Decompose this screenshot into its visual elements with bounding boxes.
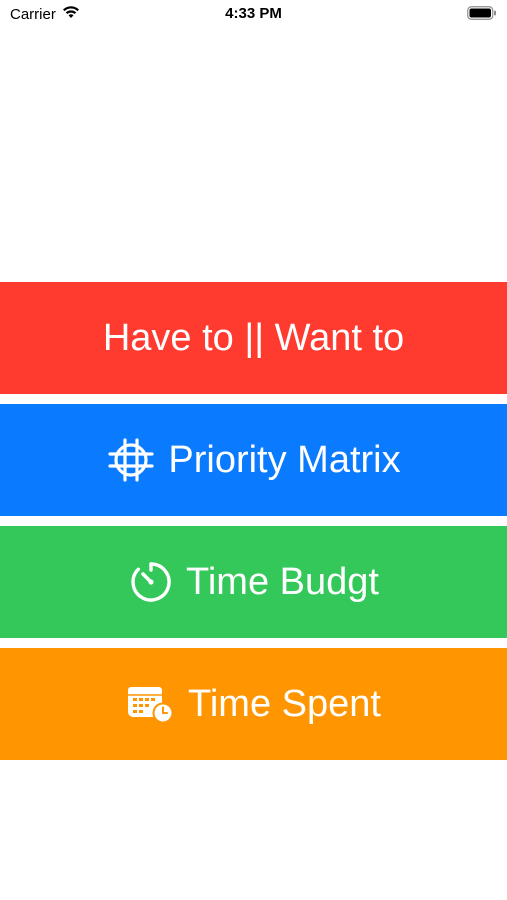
time-spent-button[interactable]: Time Spent bbox=[0, 648, 507, 760]
have-to-want-to-button[interactable]: Have to || Want to bbox=[0, 282, 507, 394]
status-time: 4:33 PM bbox=[225, 5, 282, 22]
battery-icon bbox=[467, 6, 497, 24]
app-screen: Carrier 4:33 PM Have to || Want to Prior… bbox=[0, 0, 507, 900]
priority-matrix-button[interactable]: Priority Matrix bbox=[0, 404, 507, 516]
have-to-want-to-label: Have to || Want to bbox=[102, 316, 405, 359]
priority-matrix-label: Priority Matrix bbox=[168, 438, 401, 481]
status-right bbox=[467, 6, 497, 24]
timer-icon bbox=[128, 559, 174, 605]
status-bar: Carrier 4:33 PM bbox=[0, 0, 507, 30]
time-budget-button[interactable]: Time Budgt bbox=[0, 526, 507, 638]
calendar-clock-icon bbox=[126, 683, 176, 725]
main-menu: Have to || Want to Priority Matrix Time … bbox=[0, 282, 507, 770]
time-spent-label: Time Spent bbox=[188, 682, 381, 725]
crosshair-grid-icon bbox=[106, 437, 156, 483]
time-budget-label: Time Budgt bbox=[186, 560, 379, 603]
